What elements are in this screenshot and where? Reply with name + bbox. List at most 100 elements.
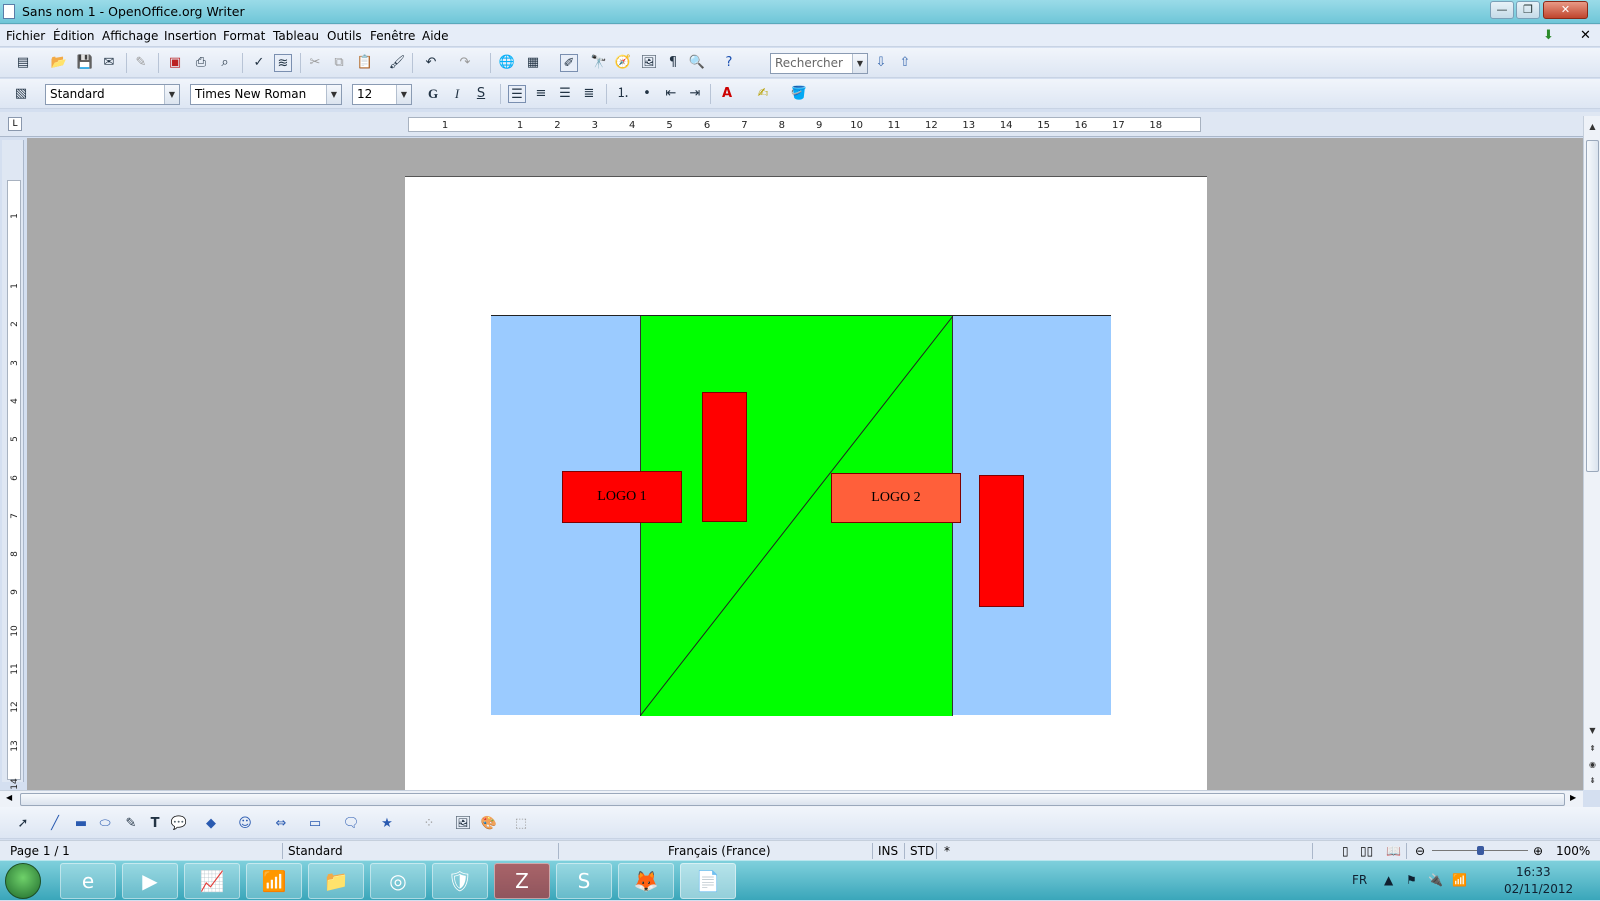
clock-time[interactable]: 16:33 xyxy=(1516,865,1551,879)
book-view-icon[interactable]: 📖 xyxy=(1386,844,1401,858)
close-document-button[interactable]: ✕ xyxy=(1580,28,1591,43)
font-size-dropdown-icon[interactable]: ▼ xyxy=(396,85,411,104)
increase-indent-icon[interactable]: ⇥ xyxy=(686,85,704,103)
print-icon[interactable]: ⎙ xyxy=(192,54,210,72)
undo-icon[interactable]: ↶ xyxy=(422,54,440,72)
maximize-button[interactable]: ❐ xyxy=(1516,1,1540,19)
firefox-icon[interactable]: 🦊 xyxy=(618,863,674,899)
single-page-view-icon[interactable]: ▯ xyxy=(1342,844,1349,858)
logo1-box[interactable]: LOGO 1 xyxy=(562,471,682,523)
power-icon[interactable]: 🔌 xyxy=(1428,873,1443,887)
minimize-button[interactable]: — xyxy=(1490,1,1514,19)
select-arrow-icon[interactable]: ➚ xyxy=(14,815,32,833)
numbering-icon[interactable]: ⒈ xyxy=(614,85,632,103)
insert-mode[interactable]: INS xyxy=(878,844,898,858)
menu-insertion[interactable]: Insertion xyxy=(164,29,217,43)
internet-explorer-icon[interactable]: e xyxy=(60,863,116,899)
horizontal-scrollbar[interactable]: ◀ ▶ xyxy=(0,790,1583,807)
rectangle-tool-icon[interactable]: ▬ xyxy=(72,815,90,833)
search-input[interactable]: Rechercher ▼ xyxy=(770,53,868,74)
formatting-marks-icon[interactable]: ¶ xyxy=(664,54,682,72)
selection-mode[interactable]: STD xyxy=(910,844,934,858)
flowchart-icon[interactable]: ▭ xyxy=(306,815,324,833)
multi-page-view-icon[interactable]: ▯▯ xyxy=(1360,844,1373,858)
horizontal-ruler[interactable]: 1 1 2 3 4 5 6 7 8 9 10 11 12 13 14 15 16 17 18 xyxy=(408,117,1201,132)
openoffice-writer-taskbar-icon[interactable]: 📄 xyxy=(680,863,736,899)
tab-type-selector[interactable]: L xyxy=(8,117,22,131)
close-button[interactable]: ✕ xyxy=(1543,1,1588,19)
find-replace-icon[interactable]: 🔭 xyxy=(590,54,608,72)
spellcheck-icon[interactable]: ✓ xyxy=(250,54,268,72)
autospellcheck-icon[interactable]: ≋ xyxy=(274,54,292,72)
print-preview-icon[interactable]: ⌕ xyxy=(216,54,234,72)
find-next-icon[interactable]: ⇩ xyxy=(872,54,890,72)
show-draw-functions-icon[interactable]: ✐ xyxy=(560,54,578,72)
paragraph-style-select[interactable]: Standard ▼ xyxy=(45,84,180,105)
security-shield-icon[interactable]: 🛡 xyxy=(432,863,488,899)
ellipse-tool-icon[interactable]: ⬭ xyxy=(96,815,114,833)
zoom-out-icon[interactable]: ⊖ xyxy=(1415,844,1425,858)
font-name-dropdown-icon[interactable]: ▼ xyxy=(326,85,341,104)
table-icon[interactable]: ▦ xyxy=(524,54,542,72)
previous-page-icon[interactable]: ⇞ xyxy=(1586,742,1599,755)
scroll-up-icon[interactable]: ▲ xyxy=(1586,120,1599,133)
sublime-text-icon[interactable]: S xyxy=(556,863,612,899)
wifi-manager-icon[interactable]: 📶 xyxy=(246,863,302,899)
align-left-icon[interactable]: ☰ xyxy=(508,85,526,103)
paragraph-style-dropdown-icon[interactable]: ▼ xyxy=(164,85,179,104)
align-center-icon[interactable]: ≡ xyxy=(532,85,550,103)
save-icon[interactable]: 💾 xyxy=(76,54,94,72)
red-block-left[interactable] xyxy=(702,392,747,522)
menu-edition[interactable]: Édition xyxy=(53,29,95,43)
chrome-icon[interactable]: ◎ xyxy=(370,863,426,899)
underline-button[interactable]: S xyxy=(472,85,490,103)
gallery-icon[interactable]: 🖼 xyxy=(640,54,658,72)
page-style[interactable]: Standard xyxy=(288,844,343,858)
page-indicator[interactable]: Page 1 / 1 xyxy=(10,844,70,858)
menu-fichier[interactable]: Fichier xyxy=(6,29,45,43)
zoom-in-icon[interactable]: ⊕ xyxy=(1533,844,1543,858)
stars-icon[interactable]: ★ xyxy=(378,815,396,833)
fontwork-icon[interactable]: 🎨 xyxy=(480,815,498,833)
start-button[interactable] xyxy=(5,863,41,899)
extrusion-icon[interactable]: ⬚ xyxy=(512,815,530,833)
scroll-right-icon[interactable]: ▶ xyxy=(1570,793,1576,802)
stock-chart-icon[interactable]: 📈 xyxy=(184,863,240,899)
media-player-icon[interactable]: ▶ xyxy=(122,863,178,899)
callout-shapes-icon[interactable]: 🗨 xyxy=(342,815,360,833)
navigation-icon[interactable]: ◉ xyxy=(1586,758,1599,771)
zoom-slider-thumb[interactable] xyxy=(1477,846,1484,855)
vertical-scrollbar[interactable]: ▲ ▼ ⇞ ◉ ⇟ xyxy=(1583,116,1600,790)
align-right-icon[interactable]: ☰ xyxy=(556,85,574,103)
vertical-ruler[interactable]: 1 1 2 3 4 5 6 7 8 9 10 11 12 13 14 xyxy=(7,180,21,790)
vertical-scroll-thumb[interactable] xyxy=(1586,140,1599,472)
format-paintbrush-icon[interactable]: 🖌 xyxy=(388,54,406,72)
block-arrows-icon[interactable]: ⇔ xyxy=(272,815,290,833)
decrease-indent-icon[interactable]: ⇤ xyxy=(662,85,680,103)
email-icon[interactable]: ✉ xyxy=(100,54,118,72)
drawing-frame[interactable]: LOGO 1 LOGO 2 xyxy=(491,315,1111,716)
scroll-left-icon[interactable]: ◀ xyxy=(6,793,12,802)
hyperlink-icon[interactable]: 🌐 xyxy=(498,54,516,72)
help-icon[interactable]: ? xyxy=(720,54,738,72)
document-page[interactable]: LOGO 1 LOGO 2 xyxy=(405,176,1207,796)
cut-icon[interactable]: ✂ xyxy=(306,54,324,72)
find-previous-icon[interactable]: ⇧ xyxy=(896,54,914,72)
points-icon[interactable]: ⁘ xyxy=(420,815,438,833)
update-download-icon[interactable]: ⬇ xyxy=(1543,28,1554,43)
language-indicator[interactable]: Français (France) xyxy=(668,844,771,858)
zoom-icon[interactable]: 🔍 xyxy=(688,54,706,72)
font-size-select[interactable]: 12 ▼ xyxy=(352,84,412,105)
background-color-icon[interactable]: 🪣 xyxy=(790,85,808,103)
italic-button[interactable]: I xyxy=(448,85,466,103)
menu-format[interactable]: Format xyxy=(223,29,265,43)
menu-fenetre[interactable]: Fenêtre xyxy=(370,29,415,43)
red-block-right[interactable] xyxy=(979,475,1024,607)
menu-aide[interactable]: Aide xyxy=(422,29,449,43)
font-name-select[interactable]: Times New Roman ▼ xyxy=(190,84,342,105)
search-dropdown-icon[interactable]: ▼ xyxy=(852,54,867,73)
horizontal-scroll-thumb[interactable] xyxy=(20,793,1565,806)
show-hidden-icons-icon[interactable]: ▲ xyxy=(1384,873,1393,887)
text-tool-icon[interactable]: T xyxy=(146,815,164,833)
highlighting-icon[interactable]: ✍ xyxy=(754,85,772,103)
